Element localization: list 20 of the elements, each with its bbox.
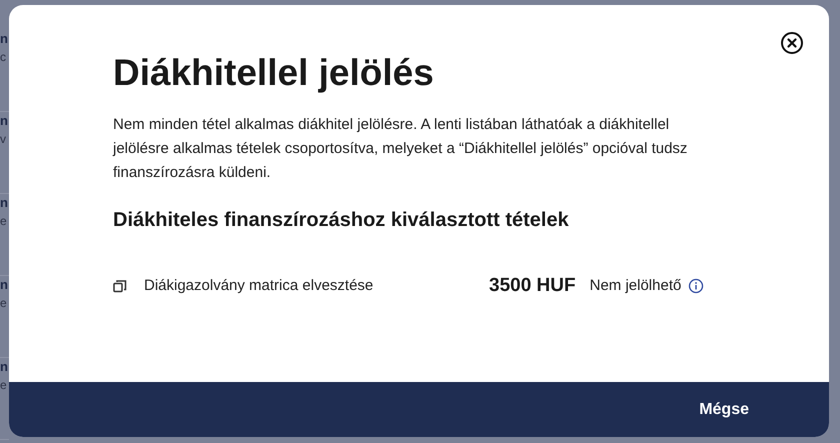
list-item-title: n	[0, 276, 8, 294]
section-title: Diákhiteles finanszírozáshoz kiválasztott tételek	[113, 208, 569, 233]
modal-title: Diákhitellel jelölés	[113, 51, 434, 95]
list-item-subtitle: e	[0, 377, 7, 394]
close-icon[interactable]	[780, 31, 804, 55]
list-item-subtitle: v	[0, 131, 6, 148]
copy-icon	[113, 279, 127, 293]
description-text: Nem minden tétel alkalmas diákhitel jelölésre. A lenti listában láthatóak a diákhitellel jelölésre alkalmas tételek csoportosítva, melyeket a “Diákhitellel jelölés” opcióval tudsz finanszírozásra küldeni.	[113, 115, 688, 183]
info-icon[interactable]	[688, 278, 704, 294]
list-item-subtitle: c	[0, 49, 6, 66]
list-item-title: n	[0, 112, 8, 130]
list-item-title: n	[0, 358, 8, 376]
list-item-subtitle: e	[0, 295, 7, 312]
list-item-subtitle: e	[0, 213, 7, 230]
item-amount: 3500 HUF	[489, 274, 576, 298]
item-name: Diákigazolvány matrica elvesztése	[144, 276, 374, 296]
item-status: Nem jelölhető	[590, 276, 682, 296]
list-item-title: n	[0, 194, 8, 212]
list-item-title: n	[0, 30, 8, 48]
cancel-button[interactable]: Mégse	[699, 398, 749, 422]
